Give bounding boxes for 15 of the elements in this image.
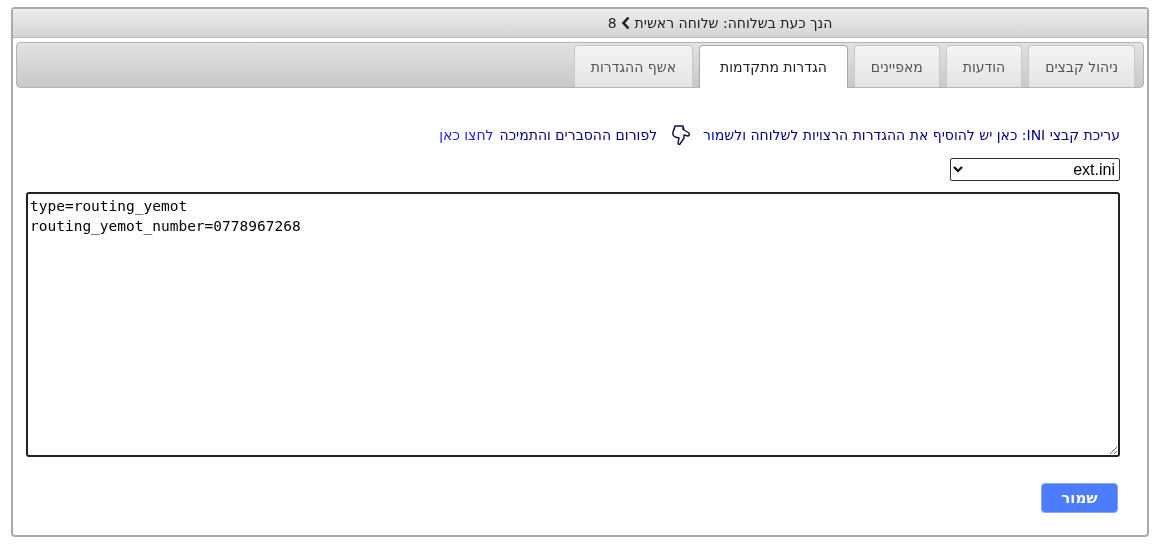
save-button[interactable]: שמור xyxy=(1041,483,1118,513)
tab[interactable]: הגדרות מתקדמות xyxy=(699,45,848,88)
pointing-hand-icon xyxy=(669,124,692,146)
instruction-text: עריכת קבצי INI: כאן יש להוסיף את ההגדרות הרצויות לשלוחה ולשמור xyxy=(703,127,1120,143)
forum-text: לפורום ההסברים והתמיכה xyxy=(499,127,658,143)
ini-editor[interactable]: type=routing_yemot routing_yemot_number=0778967268 xyxy=(26,192,1120,457)
file-select[interactable]: ext.ini xyxy=(950,158,1120,181)
tab[interactable]: אשף ההגדרות xyxy=(573,45,694,87)
chevron-icon xyxy=(620,16,631,30)
forum-link[interactable]: לחצו כאן xyxy=(439,127,494,143)
tab[interactable]: הודעות xyxy=(945,45,1023,87)
tab[interactable]: מאפיינים xyxy=(853,45,940,87)
window-title: הנך כעת בשלוחה: שלוחה ראשית xyxy=(634,15,833,31)
extension-number: 8 xyxy=(607,15,617,31)
tab[interactable]: ניהול קבצים xyxy=(1028,45,1135,87)
